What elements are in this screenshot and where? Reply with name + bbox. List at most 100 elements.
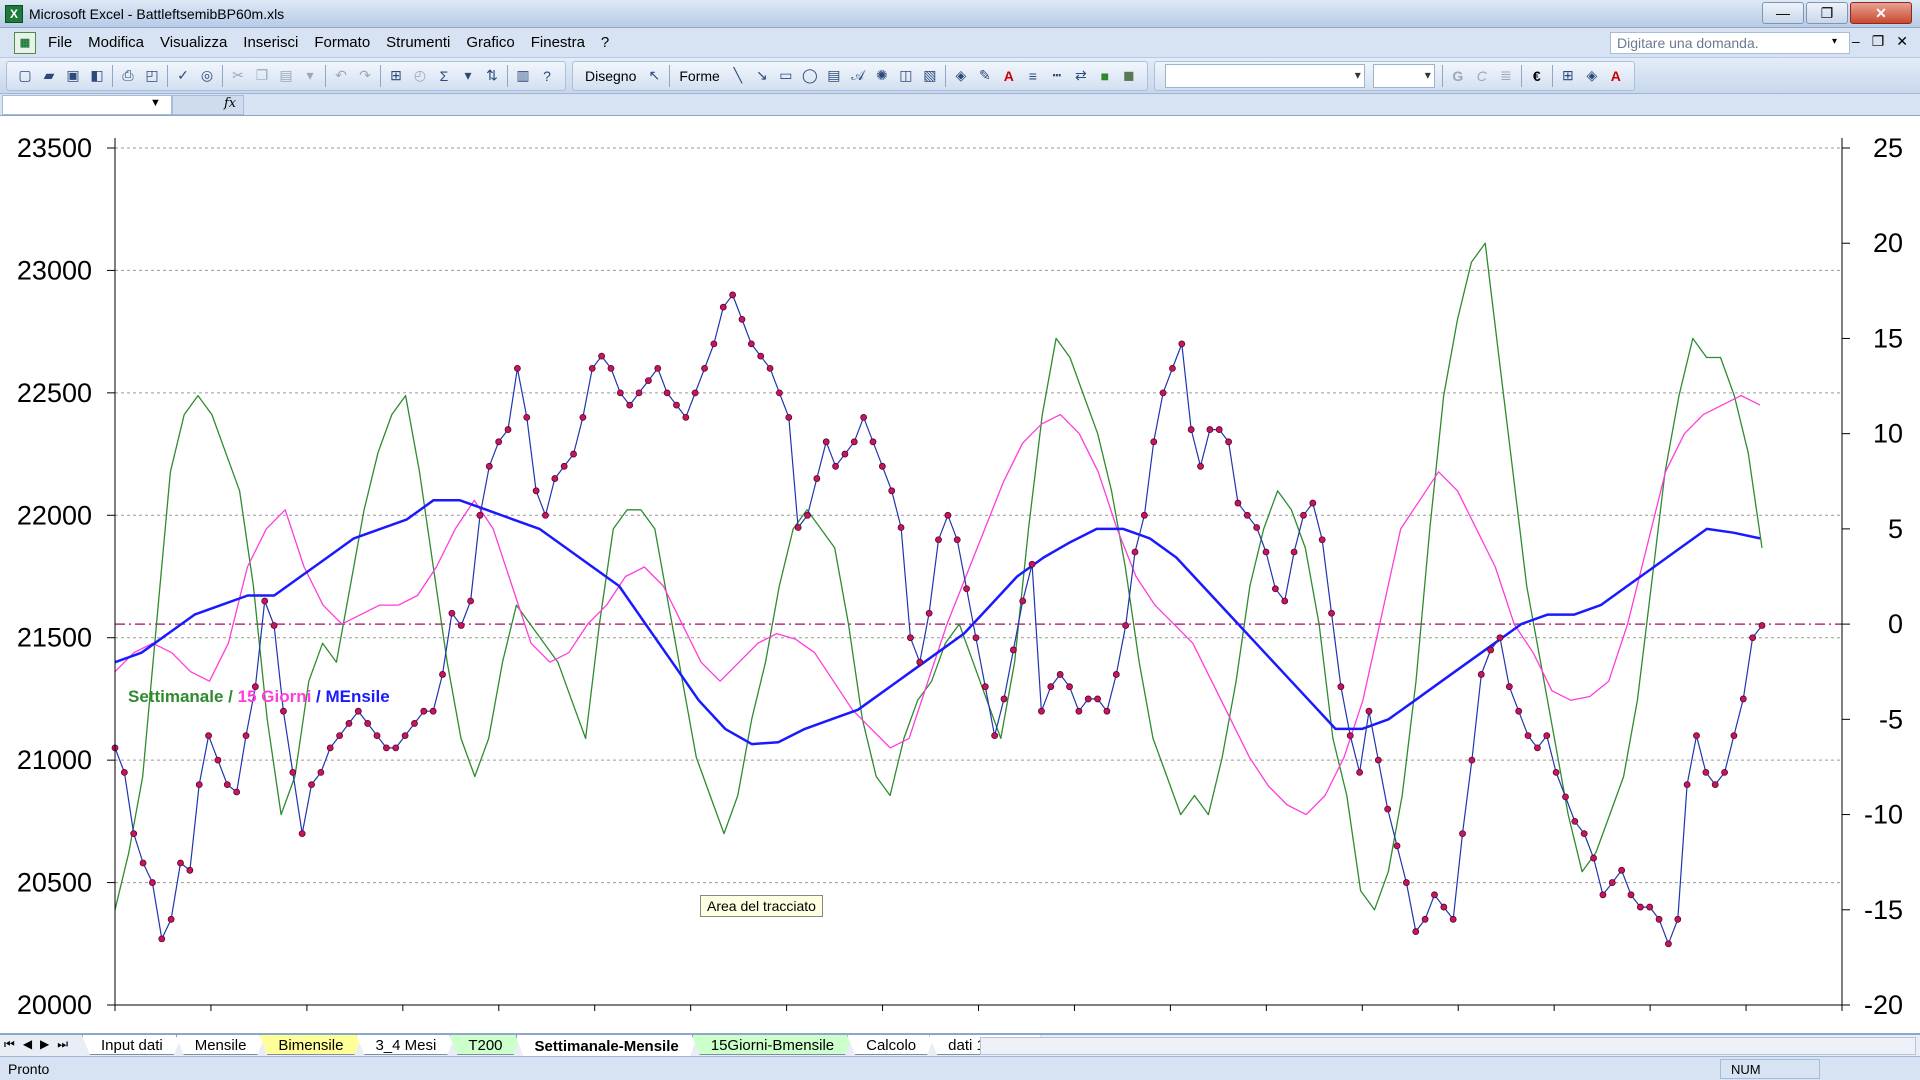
line-style-icon[interactable]: ≡: [1021, 64, 1045, 88]
sheet-tab[interactable]: 15Giorni-Bmensile: [692, 1035, 853, 1055]
sheet-tab[interactable]: Mensile: [176, 1035, 266, 1055]
undo-icon[interactable]: ↶: [329, 64, 353, 88]
autosum-icon[interactable]: Σ: [432, 64, 456, 88]
menu-strumenti[interactable]: Strumenti: [378, 34, 458, 51]
maximize-button[interactable]: ❐: [1806, 2, 1848, 24]
italic-button[interactable]: C: [1470, 64, 1494, 88]
borders-icon[interactable]: ⊞: [1556, 64, 1580, 88]
align-icon[interactable]: ≣: [1494, 64, 1518, 88]
paste-icon[interactable]: ▤: [274, 64, 298, 88]
chart-axes: [107, 138, 1850, 1011]
price-marker: [691, 389, 699, 397]
line-color-icon[interactable]: ✎: [973, 64, 997, 88]
chart-legend[interactable]: Settimanale / 15 Giorni / MEnsile: [128, 687, 390, 706]
status-text: Pronto: [8, 1060, 50, 1077]
doc-minimize-button[interactable]: –: [1852, 33, 1860, 50]
arrow-style-icon[interactable]: ⇄: [1069, 64, 1093, 88]
prev-sheet-button[interactable]: ◀: [23, 1037, 32, 1052]
font-name-combo[interactable]: [1164, 63, 1365, 88]
sort-icon[interactable]: ⇅: [480, 64, 504, 88]
print-icon[interactable]: ⎙: [116, 64, 140, 88]
menu-formato[interactable]: Formato: [306, 34, 378, 51]
price-marker: [1038, 707, 1045, 715]
price-marker: [897, 524, 905, 531]
doc-close-button[interactable]: ✕: [1896, 33, 1908, 50]
menu-help[interactable]: ?: [593, 34, 617, 51]
hyperlink-icon[interactable]: ⊞: [384, 64, 408, 88]
sheet-tab[interactable]: Settimanale-Mensile: [516, 1035, 698, 1057]
line-chart[interactable]: 23500 23000 22500 22000 21500 21000 20500 20000…: [0, 117, 1920, 1034]
oval-icon[interactable]: ◯: [798, 64, 822, 88]
sheet-tab[interactable]: 3_4 Mesi: [356, 1035, 455, 1055]
price-marker: [1112, 671, 1120, 678]
select-pointer-icon[interactable]: ↖: [642, 64, 666, 88]
arrow-icon[interactable]: ↘: [750, 64, 774, 88]
bold-button[interactable]: G: [1446, 64, 1470, 88]
line-icon[interactable]: ╲: [726, 64, 750, 88]
sheet-tab[interactable]: Calcolo: [847, 1035, 935, 1055]
workbook-icon[interactable]: ▦: [14, 31, 36, 54]
3d-icon[interactable]: ◼: [1117, 64, 1141, 88]
cut-icon[interactable]: ✂: [226, 64, 250, 88]
print-preview-icon[interactable]: ◰: [140, 64, 164, 88]
sheet-tab[interactable]: Bimensile: [259, 1035, 362, 1055]
price-marker: [1271, 585, 1279, 593]
font-color-icon[interactable]: A: [997, 64, 1021, 88]
name-box[interactable]: [2, 95, 172, 115]
price-marker: [1505, 683, 1513, 691]
chart-icon[interactable]: ▥: [511, 64, 535, 88]
drawing-toolbar: Disegno ↖ Forme ╲ ↘ ▭ ◯ ▤ 𝒜 ✺ ◫ ▧ ◈ ✎ A …: [572, 60, 1148, 91]
dash-style-icon[interactable]: ┅: [1045, 64, 1069, 88]
sheet-nav: ⏮ ◀ ▶ ⏭: [4, 1037, 68, 1052]
research-icon[interactable]: ◎: [195, 64, 219, 88]
first-sheet-button[interactable]: ⏮: [4, 1037, 15, 1052]
textbox-icon[interactable]: ▤: [822, 64, 846, 88]
ask-question-input[interactable]: Digitare una domanda.: [1610, 32, 1850, 54]
picture-icon[interactable]: ▧: [918, 64, 942, 88]
chart-sheet[interactable]: 23500 23000 22500 22000 21500 21000 20500 20000…: [0, 117, 1920, 1034]
menu-finestra[interactable]: Finestra: [523, 34, 593, 51]
close-button[interactable]: ✕: [1850, 2, 1912, 24]
paste-dropdown-icon[interactable]: ▾: [298, 64, 322, 88]
permission-icon[interactable]: ◧: [85, 64, 109, 88]
help-icon[interactable]: ?: [535, 64, 559, 88]
shadow-icon[interactable]: ■: [1093, 64, 1117, 88]
menu-visualizza[interactable]: Visualizza: [152, 34, 235, 51]
wordart-icon[interactable]: 𝒜: [846, 64, 870, 88]
redo-icon[interactable]: ↷: [353, 64, 377, 88]
rectangle-icon[interactable]: ▭: [774, 64, 798, 88]
new-icon[interactable]: ▢: [13, 64, 37, 88]
text-color-icon[interactable]: A: [1604, 64, 1628, 88]
font-size-combo[interactable]: [1372, 63, 1435, 88]
price-marker: [907, 634, 914, 642]
autosum-dropdown-icon[interactable]: ▾: [456, 64, 480, 88]
clipart-icon[interactable]: ◫: [894, 64, 918, 88]
sheet-tab[interactable]: T200: [449, 1035, 521, 1055]
fill-bucket-icon[interactable]: ◈: [1580, 64, 1604, 88]
menu-inserisci[interactable]: Inserisci: [235, 34, 306, 51]
spelling-icon[interactable]: ✓: [171, 64, 195, 88]
diagram-icon[interactable]: ✺: [870, 64, 894, 88]
menu-file[interactable]: File: [40, 34, 80, 51]
next-sheet-button[interactable]: ▶: [40, 1037, 49, 1052]
menu-modifica[interactable]: Modifica: [80, 34, 152, 51]
ask-dropdown-icon[interactable]: ▾: [1832, 36, 1837, 47]
left-tick-label: 21500: [17, 623, 92, 653]
chart-wizard-icon[interactable]: ◴: [408, 64, 432, 88]
horizontal-scrollbar[interactable]: [980, 1037, 1916, 1055]
euro-button[interactable]: €: [1525, 64, 1549, 88]
minimize-button[interactable]: —: [1762, 2, 1804, 24]
last-sheet-button[interactable]: ⏭: [57, 1037, 68, 1052]
doc-restore-button[interactable]: ❐: [1872, 33, 1885, 50]
sheet-tab[interactable]: Input dati: [82, 1035, 182, 1055]
price-marker: [869, 438, 877, 446]
drawing-menu[interactable]: Disegno: [579, 68, 642, 84]
fx-icon[interactable]: fx: [224, 96, 236, 111]
copy-icon[interactable]: ❐: [250, 64, 274, 88]
menu-grafico[interactable]: Grafico: [458, 34, 522, 51]
save-icon[interactable]: ▣: [61, 64, 85, 88]
shapes-menu[interactable]: Forme: [673, 68, 725, 84]
open-icon[interactable]: ▰: [37, 64, 61, 88]
name-box-dropdown-icon[interactable]: ▼: [150, 97, 161, 109]
fill-color-icon[interactable]: ◈: [949, 64, 973, 88]
